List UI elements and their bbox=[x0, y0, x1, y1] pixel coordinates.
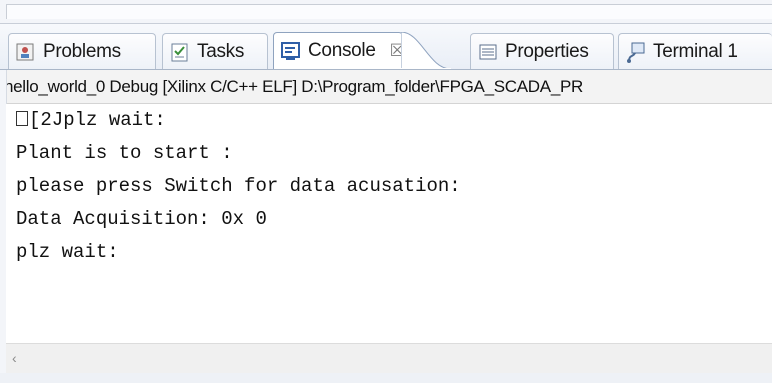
bottom-border bbox=[0, 373, 772, 383]
tab-label: Console bbox=[308, 40, 376, 61]
horizontal-scrollbar[interactable]: ‹ bbox=[6, 343, 772, 374]
control-char-glyph bbox=[16, 111, 28, 126]
tab-tasks[interactable]: Tasks bbox=[162, 33, 268, 69]
console-line: [2Jplz wait: bbox=[6, 104, 772, 137]
top-panel-strip bbox=[0, 0, 772, 24]
tab-terminal-1[interactable]: Terminal 1 bbox=[618, 33, 772, 69]
console-line: plz wait: bbox=[16, 241, 119, 263]
terminal-icon bbox=[625, 41, 647, 63]
properties-icon bbox=[477, 41, 499, 63]
tab-label: Terminal 1 bbox=[653, 40, 738, 62]
active-tab-slope bbox=[401, 32, 451, 69]
console-line: please press Switch for data acusation: bbox=[16, 175, 461, 197]
problems-icon bbox=[15, 41, 37, 63]
tab-label: Properties bbox=[505, 40, 589, 62]
tab-label: Tasks bbox=[197, 40, 245, 62]
console-description: hello_world_0 Debug [Xilinx C/C++ ELF] D… bbox=[0, 70, 772, 104]
tab-problems[interactable]: Problems bbox=[8, 33, 156, 69]
tab-properties[interactable]: Properties bbox=[470, 33, 614, 69]
console-line: Data Acquisition: 0x 0 bbox=[16, 208, 267, 230]
tab-console[interactable]: Console ☒ bbox=[273, 32, 405, 69]
console-line: Plant is to start : bbox=[16, 142, 233, 164]
tasks-icon bbox=[169, 41, 191, 63]
console-output[interactable]: [2Jplz wait: Plant is to start : please … bbox=[6, 104, 772, 344]
console-icon bbox=[280, 40, 302, 62]
top-panel-frame bbox=[6, 4, 772, 19]
tab-label: Problems bbox=[43, 40, 121, 62]
scroll-left-icon[interactable]: ‹ bbox=[12, 350, 17, 366]
